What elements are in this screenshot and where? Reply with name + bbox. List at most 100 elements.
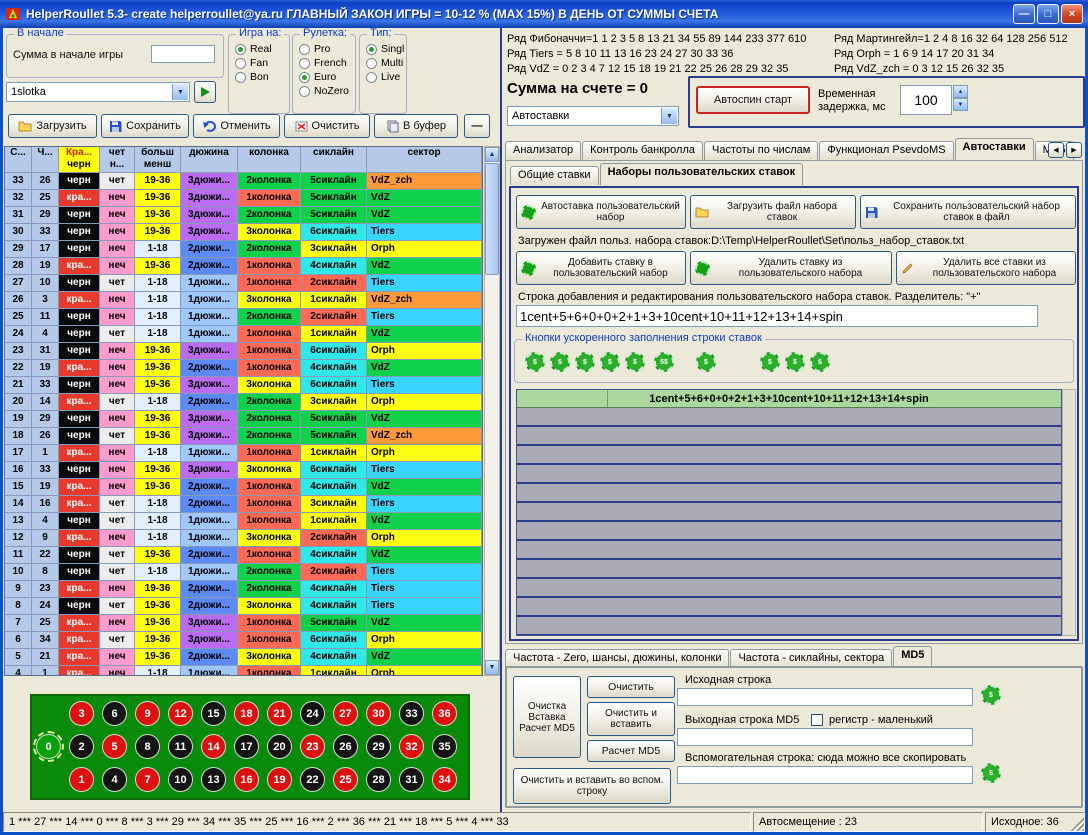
roulette-number-4[interactable]: 4: [102, 767, 127, 792]
table-row[interactable]: 2511черннеч1-181дюжи...2колонка2сиклайнT…: [5, 309, 482, 326]
table-row[interactable]: 3225кра...неч19-363дюжи...1колонка5сикла…: [5, 190, 482, 207]
roulette-number-5[interactable]: 5: [102, 734, 127, 759]
clear-button[interactable]: Очистить: [284, 114, 370, 138]
bet-list-row[interactable]: [517, 446, 1061, 465]
table-row[interactable]: 2710чернчет1-181дюжи...1колонка2сиклайнT…: [5, 275, 482, 292]
delay-input[interactable]: [900, 85, 952, 115]
md5-source-input[interactable]: [677, 688, 973, 706]
table-scrollbar[interactable]: ▲ ▼: [484, 146, 500, 676]
roulette-number-9[interactable]: 9: [135, 701, 160, 726]
roulette-number-0[interactable]: 0: [36, 734, 61, 759]
save-button[interactable]: Сохранить: [101, 114, 189, 138]
roulette-number-32[interactable]: 32: [399, 734, 424, 759]
tab-функционал-psevdoms[interactable]: Функционал PsevdoMS: [819, 141, 953, 160]
bet-list-row[interactable]: [517, 541, 1061, 560]
save-bet-file-button[interactable]: Сохранить пользовательский набор ставок …: [860, 195, 1076, 229]
bet-list-row[interactable]: [517, 522, 1061, 541]
roulette-number-17[interactable]: 17: [234, 734, 259, 759]
roulette-number-36[interactable]: 36: [432, 701, 457, 726]
roulette-number-24[interactable]: 24: [300, 701, 325, 726]
roulette-number-13[interactable]: 13: [201, 767, 226, 792]
roulette-number-25[interactable]: 25: [333, 767, 358, 792]
load-bet-file-button[interactable]: Загрузить файл набора ставок: [690, 195, 856, 229]
chip-button[interactable]: $: [810, 352, 830, 372]
table-row[interactable]: 3033черннеч19-363дюжи...3колонка6сиклайн…: [5, 224, 482, 241]
table-row[interactable]: 1826чернчет19-363дюжи...2колонка5сиклайн…: [5, 428, 482, 445]
roulette-number-11[interactable]: 11: [168, 734, 193, 759]
remove-bet-button[interactable]: Удалить ставку из пользовательского набо…: [690, 251, 892, 285]
table-row[interactable]: 824чернчет19-362дюжи...3колонка4сиклайнT…: [5, 598, 482, 615]
roulette-number-31[interactable]: 31: [399, 767, 424, 792]
roulette-number-19[interactable]: 19: [267, 767, 292, 792]
roulette-number-23[interactable]: 23: [300, 734, 325, 759]
roulette-number-10[interactable]: 10: [168, 767, 193, 792]
table-row[interactable]: 134чернчет1-181дюжи...1колонка1сиклайнVd…: [5, 513, 482, 530]
bet-list-row[interactable]: [517, 598, 1061, 617]
roulette-number-14[interactable]: 14: [201, 734, 226, 759]
md5-helper-input[interactable]: [677, 766, 973, 784]
roulette-number-2[interactable]: 2: [69, 734, 94, 759]
chip-button[interactable]: $: [625, 352, 645, 372]
chip-button[interactable]: $: [600, 352, 620, 372]
md5-clear-button[interactable]: Очистить: [587, 676, 675, 698]
table-row[interactable]: 3129черннеч19-363дюжи...2колонка5сиклайн…: [5, 207, 482, 224]
roulette-number-18[interactable]: 18: [234, 701, 259, 726]
radio-multi[interactable]: Multi: [366, 57, 404, 69]
roulette-number-29[interactable]: 29: [366, 734, 391, 759]
chip-button[interactable]: $: [525, 352, 545, 372]
md5-clear-paste-helper-button[interactable]: Очистить и вставить во вспом. строку: [513, 768, 671, 804]
table-row[interactable]: 2819кра...неч19-362дюжи...1колонка4сикла…: [5, 258, 482, 275]
chip-button[interactable]: $: [575, 352, 595, 372]
table-row[interactable]: 521кра...неч19-362дюжи...3колонка4сиклай…: [5, 649, 482, 666]
scroll-thumb[interactable]: [485, 163, 499, 275]
to-buffer-button[interactable]: В буфер: [374, 114, 458, 138]
md5-main-button[interactable]: Очистка Вставка Расчет MD5: [513, 676, 581, 758]
autobet-user-set-button[interactable]: Автоставка пользовательский набор: [516, 195, 686, 229]
chip-button[interactable]: $: [550, 352, 570, 372]
bet-list-row[interactable]: [517, 465, 1061, 484]
roulette-number-6[interactable]: 6: [102, 701, 127, 726]
bet-list-scrollbar[interactable]: [1062, 389, 1076, 636]
radio-fan[interactable]: Fan: [235, 57, 287, 69]
table-row[interactable]: 1416кра...чет1-182дюжи...1колонка3сиклай…: [5, 496, 482, 513]
table-row[interactable]: 2917черннеч1-182дюжи...2колонка3сиклайнO…: [5, 241, 482, 258]
slot-combobox[interactable]: 1slotka ▼: [6, 82, 190, 102]
roulette-number-8[interactable]: 8: [135, 734, 160, 759]
table-row[interactable]: 923кра...неч19-362дюжи...2колонка4сиклай…: [5, 581, 482, 598]
table-row[interactable]: 129кра...неч1-181дюжи...3колонка2сиклайн…: [5, 530, 482, 547]
autospin-start-button[interactable]: Автоспин старт: [696, 86, 810, 114]
table-row[interactable]: 2331черннеч19-363дюжи...1колонка6сиклайн…: [5, 343, 482, 360]
radio-live[interactable]: Live: [366, 71, 404, 83]
roulette-number-28[interactable]: 28: [366, 767, 391, 792]
roulette-number-1[interactable]: 1: [69, 767, 94, 792]
remove-all-bets-button[interactable]: Удалить все ставки из пользовательского …: [896, 251, 1076, 285]
bet-list-row[interactable]: [517, 617, 1061, 636]
radio-pro[interactable]: Pro: [299, 43, 353, 55]
spinner-down-button[interactable]: ▼: [953, 98, 968, 111]
roulette-number-3[interactable]: 3: [69, 701, 94, 726]
radio-euro[interactable]: Euro: [299, 71, 353, 83]
minimize-button[interactable]: —: [1013, 4, 1035, 24]
table-row[interactable]: 2014кра...чет1-182дюжи...2колонка3сиклай…: [5, 394, 482, 411]
radio-real[interactable]: Real: [235, 43, 287, 55]
tab-md5[interactable]: MD5: [893, 646, 932, 668]
play-button[interactable]: [194, 81, 216, 103]
scroll-down-icon[interactable]: ▼: [485, 660, 499, 675]
bet-list-row[interactable]: [517, 579, 1061, 598]
roulette-number-22[interactable]: 22: [300, 767, 325, 792]
close-button[interactable]: ×: [1061, 4, 1083, 24]
table-row[interactable]: 634кра...чет19-363дюжи...1колонка6сиклай…: [5, 632, 482, 649]
tab-scroll-right-icon[interactable]: ▶: [1066, 142, 1082, 158]
md5-calc-button[interactable]: Расчет MD5: [587, 740, 675, 762]
undo-button[interactable]: Отменить: [193, 114, 280, 138]
tab-scroll-left-icon[interactable]: ◀: [1048, 142, 1064, 158]
roulette-number-35[interactable]: 35: [432, 734, 457, 759]
md5-output-input[interactable]: [677, 728, 973, 746]
chip-button[interactable]: $: [760, 352, 780, 372]
roulette-number-34[interactable]: 34: [432, 767, 457, 792]
table-row[interactable]: 171кра...неч1-181дюжи...1колонка1сиклайн…: [5, 445, 482, 462]
table-row[interactable]: 2133черннеч19-363дюжи...3колонка6сиклайн…: [5, 377, 482, 394]
roulette-number-27[interactable]: 27: [333, 701, 358, 726]
tab-наборы-пользовательских-ставок[interactable]: Наборы пользовательских ставок: [600, 163, 804, 185]
roulette-number-15[interactable]: 15: [201, 701, 226, 726]
